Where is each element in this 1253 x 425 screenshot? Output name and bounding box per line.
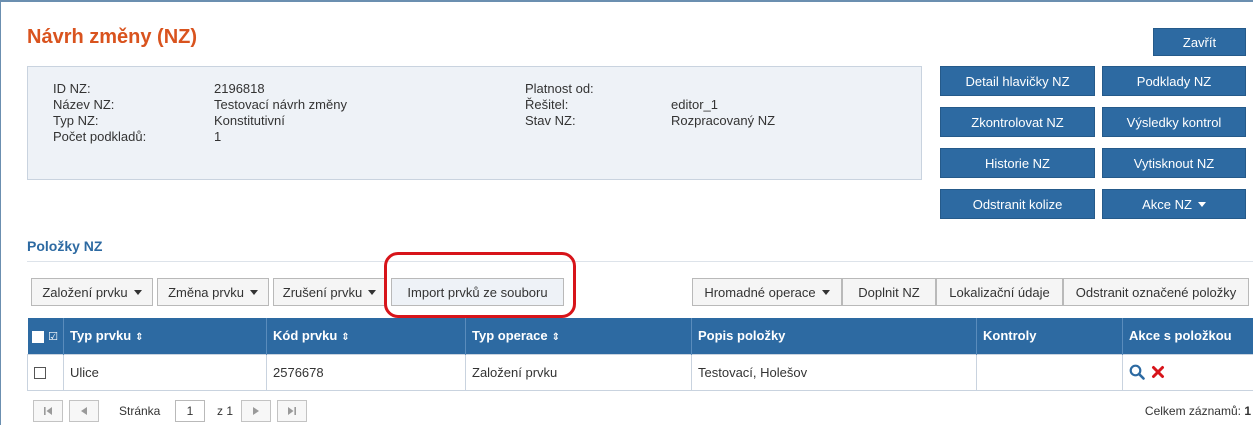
table-header-row: ☑ Typ prvku ⇕ Kód prvku ⇕ Typ operace ⇕ Pop…: [27, 318, 1253, 354]
pager: Stránka z 1 Celkem záznamů: 1: [27, 398, 1253, 424]
next-page-button[interactable]: [241, 400, 271, 422]
items-table: ☑ Typ prvku ⇕ Kód prvku ⇕ Typ operace ⇕ Pop…: [27, 318, 1253, 391]
column-code[interactable]: Kód prvku ⇕: [266, 318, 466, 354]
row-select-cell[interactable]: [27, 353, 64, 391]
first-page-icon: [44, 407, 52, 415]
cell-code: 2576678: [266, 353, 466, 391]
cell-checks: [976, 353, 1123, 391]
chevron-down-icon: [821, 289, 830, 295]
validity-label: Platnost od:: [525, 81, 594, 96]
actions-menu-button[interactable]: Akce NZ: [1102, 189, 1246, 219]
type-value: Konstitutivní: [214, 113, 285, 128]
solver-label: Řešitel:: [525, 97, 569, 112]
last-page-button[interactable]: [277, 400, 307, 422]
next-page-icon: [253, 407, 259, 415]
close-button[interactable]: Zavřít: [1153, 28, 1246, 56]
sort-icon: ⇕: [551, 332, 561, 344]
cancel-element-label: Zrušení prvku: [282, 284, 363, 300]
column-description: Popis položky: [691, 318, 977, 354]
id-label: ID NZ:: [53, 81, 91, 96]
sort-icon: ⇕: [341, 332, 350, 344]
check-button[interactable]: Zkontrolovat NZ: [940, 107, 1095, 137]
column-row-actions: Akce s položkou: [1122, 318, 1253, 354]
type-label: Typ NZ:: [53, 113, 99, 128]
items-section-title: Položky NZ: [27, 238, 103, 254]
remove-collisions-button[interactable]: Odstranit kolize: [940, 189, 1095, 219]
select-all-checkbox[interactable]: [31, 330, 44, 343]
previous-page-icon: [81, 407, 87, 415]
chevron-down-icon: [249, 289, 258, 295]
delete-icon[interactable]: [1151, 365, 1165, 379]
cell-description: Testovací, Holešov: [691, 353, 977, 391]
check-results-button[interactable]: Výsledky kontrol: [1102, 107, 1246, 137]
page-label: Stránka: [119, 404, 161, 418]
highlight-annotation: [384, 252, 576, 318]
actions-menu-label: Akce NZ: [1142, 196, 1192, 212]
count-label: Počet podkladů:: [53, 129, 147, 144]
history-button[interactable]: Historie NZ: [940, 148, 1095, 178]
chevron-down-icon: [1197, 201, 1206, 207]
id-value: 2196818: [214, 81, 265, 96]
cancel-element-dropdown[interactable]: Zrušení prvku: [273, 278, 386, 306]
column-type[interactable]: Typ prvku ⇕: [63, 318, 267, 354]
header-info-panel: ID NZ: 2196818 Název NZ: Testovací návrh…: [27, 66, 922, 180]
name-value: Testovací návrh změny: [214, 97, 347, 112]
column-checks: Kontroly: [976, 318, 1123, 354]
count-value: 1: [214, 129, 222, 144]
last-page-icon: [288, 407, 296, 415]
create-element-dropdown[interactable]: Založení prvku: [31, 278, 153, 306]
column-type-label: Typ prvku: [70, 328, 132, 344]
name-label: Název NZ:: [53, 97, 115, 112]
page-title: Návrh změny (NZ): [27, 26, 198, 48]
page-of-label: z 1: [217, 404, 234, 418]
row-checkbox[interactable]: [34, 367, 46, 380]
check-all-icon: ☑: [48, 331, 58, 344]
chevron-down-icon: [368, 289, 377, 295]
column-code-label: Kód prvku: [273, 328, 338, 344]
create-element-label: Založení prvku: [42, 284, 128, 300]
first-page-button[interactable]: [33, 400, 63, 422]
page-number-input[interactable]: [175, 400, 205, 422]
chevron-down-icon: [133, 289, 142, 295]
sort-icon: ⇕: [135, 332, 144, 344]
solver-value: editor_1: [671, 97, 718, 112]
bulk-operations-dropdown[interactable]: Hromadné operace: [692, 278, 842, 306]
search-icon[interactable]: [1129, 364, 1145, 381]
select-all-cell[interactable]: ☑: [27, 318, 64, 354]
bulk-operations-label: Hromadné operace: [704, 284, 816, 300]
cell-row-actions: [1122, 353, 1253, 391]
section-divider: [27, 261, 1253, 262]
column-operation[interactable]: Typ operace ⇕: [465, 318, 692, 354]
print-button[interactable]: Vytisknout NZ: [1102, 148, 1246, 178]
cell-operation: Založení prvku: [465, 353, 692, 391]
change-element-dropdown[interactable]: Změna prvku: [157, 278, 269, 306]
table-row[interactable]: Ulice 2576678 Založení prvku Testovací, …: [27, 353, 1253, 391]
documents-button[interactable]: Podklady NZ: [1102, 66, 1246, 96]
total-records-value: 1: [1244, 404, 1251, 418]
localization-button[interactable]: Lokalizační údaje: [936, 278, 1063, 306]
previous-page-button[interactable]: [69, 400, 99, 422]
state-label: Stav NZ:: [525, 113, 576, 128]
column-operation-label: Typ operace: [472, 328, 548, 344]
complete-nz-button[interactable]: Doplnit NZ: [842, 278, 936, 306]
cell-type: Ulice: [63, 353, 267, 391]
detail-header-button[interactable]: Detail hlavičky NZ: [940, 66, 1095, 96]
state-value: Rozpracovaný NZ: [671, 113, 776, 128]
total-records: Celkem záznamů: 1: [1145, 404, 1251, 418]
total-records-label: Celkem záznamů:: [1144, 404, 1241, 418]
change-element-label: Změna prvku: [168, 284, 244, 300]
remove-selected-button[interactable]: Odstranit označené položky: [1063, 278, 1249, 306]
